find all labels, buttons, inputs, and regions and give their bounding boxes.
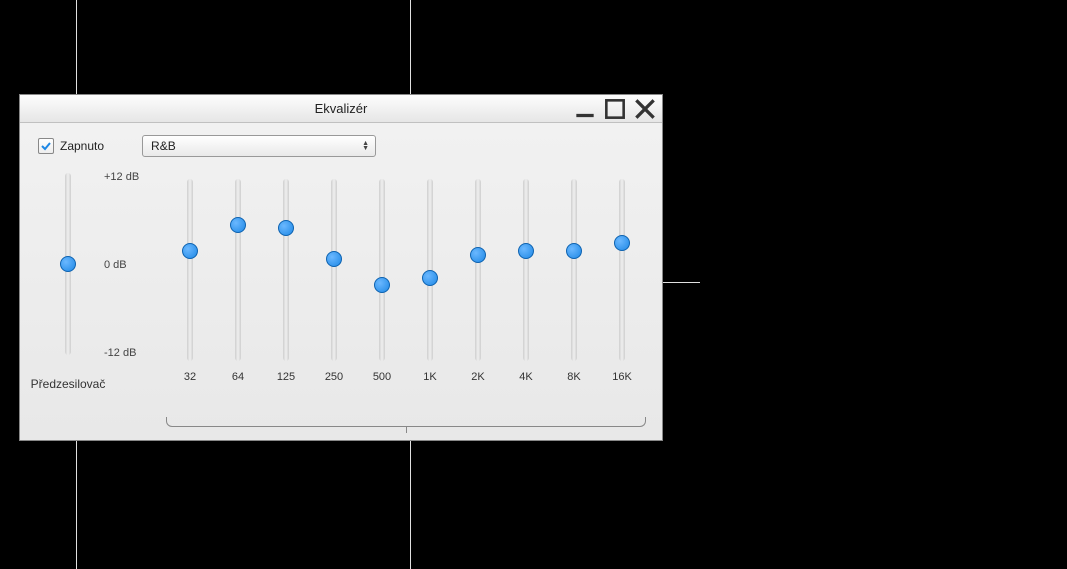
- band-slider-4K[interactable]: [523, 179, 529, 361]
- band-freq-label: 8K: [567, 371, 580, 383]
- close-button[interactable]: [632, 99, 658, 119]
- band-slider-thumb-64[interactable]: [230, 217, 246, 233]
- controls-row: Zapnuto R&B ▲▼: [20, 123, 662, 161]
- band-freq-label: 500: [373, 371, 391, 383]
- titlebar: Ekvalizér: [20, 95, 662, 123]
- close-icon: [632, 96, 658, 122]
- on-checkbox[interactable]: [38, 138, 54, 154]
- band-slider-8K[interactable]: [571, 179, 577, 361]
- preamp-label: Předzesilovač: [31, 377, 106, 391]
- band-freq-label: 4K: [519, 371, 532, 383]
- preset-select[interactable]: R&B ▲▼: [142, 135, 376, 157]
- db-scale-labels: +12 dB 0 dB -12 dB: [98, 167, 158, 359]
- band-freq-label: 32: [184, 371, 196, 383]
- band-freq-label: 16K: [612, 371, 632, 383]
- check-icon: [40, 140, 52, 152]
- band-slider-thumb-2K[interactable]: [470, 247, 486, 263]
- scale-top-label: +12 dB: [104, 171, 139, 183]
- band-slider-thumb-1K[interactable]: [422, 270, 438, 286]
- minimize-button[interactable]: [572, 99, 598, 119]
- band-column-32: 32: [170, 173, 210, 383]
- band-slider-thumb-250[interactable]: [326, 251, 342, 267]
- band-slider-thumb-125[interactable]: [278, 220, 294, 236]
- band-column-250: 250: [314, 173, 354, 383]
- on-checkbox-label: Zapnuto: [60, 139, 104, 153]
- band-slider-2K[interactable]: [475, 179, 481, 361]
- scale-bottom-label: -12 dB: [104, 347, 136, 359]
- band-column-125: 125: [266, 173, 306, 383]
- callout-line: [410, 440, 411, 569]
- band-freq-label: 1K: [423, 371, 436, 383]
- band-slider-64[interactable]: [235, 179, 241, 361]
- band-slider-125[interactable]: [283, 179, 289, 361]
- scale-mid-label: 0 dB: [104, 259, 127, 271]
- band-slider-thumb-4K[interactable]: [518, 243, 534, 259]
- band-slider-1K[interactable]: [427, 179, 433, 361]
- band-slider-thumb-16K[interactable]: [614, 235, 630, 251]
- band-slider-250[interactable]: [331, 179, 337, 361]
- band-slider-500[interactable]: [379, 179, 385, 361]
- band-column-2K: 2K: [458, 173, 498, 383]
- band-column-500: 500: [362, 173, 402, 383]
- minimize-icon: [572, 96, 598, 122]
- callout-line: [410, 0, 411, 95]
- window-controls: [572, 95, 658, 122]
- band-slider-thumb-8K[interactable]: [566, 243, 582, 259]
- band-slider-thumb-32[interactable]: [182, 243, 198, 259]
- band-freq-label: 2K: [471, 371, 484, 383]
- bands-bracket: [166, 417, 646, 427]
- preamp-slider-thumb[interactable]: [60, 256, 76, 272]
- eq-bands: 32 64 125 250 500 1K 2K 4K 8K 16K: [166, 167, 646, 421]
- band-freq-label: 64: [232, 371, 244, 383]
- preamp-column: Předzesilovač: [38, 167, 98, 421]
- preamp-slider[interactable]: [65, 173, 71, 355]
- band-column-8K: 8K: [554, 173, 594, 383]
- band-slider-thumb-500[interactable]: [374, 277, 390, 293]
- equalizer-window: Ekvalizér Zapnuto R&B ▲▼: [20, 95, 662, 440]
- window-title: Ekvalizér: [315, 101, 368, 116]
- band-column-4K: 4K: [506, 173, 546, 383]
- maximize-button[interactable]: [602, 99, 628, 119]
- band-column-16K: 16K: [602, 173, 642, 383]
- band-slider-16K[interactable]: [619, 179, 625, 361]
- bands-bracket-notch: [406, 427, 407, 433]
- on-checkbox-wrap: Zapnuto: [38, 138, 104, 154]
- maximize-icon: [602, 96, 628, 122]
- band-freq-label: 250: [325, 371, 343, 383]
- preset-selected-value: R&B: [151, 139, 176, 153]
- band-slider-32[interactable]: [187, 179, 193, 361]
- callout-line: [76, 0, 77, 95]
- updown-icon: ▲▼: [362, 141, 369, 151]
- band-freq-label: 125: [277, 371, 295, 383]
- band-column-64: 64: [218, 173, 258, 383]
- callout-line: [76, 440, 77, 569]
- equalizer-area: Předzesilovač +12 dB 0 dB -12 dB 32 64 125…: [20, 161, 662, 431]
- band-column-1K: 1K: [410, 173, 450, 383]
